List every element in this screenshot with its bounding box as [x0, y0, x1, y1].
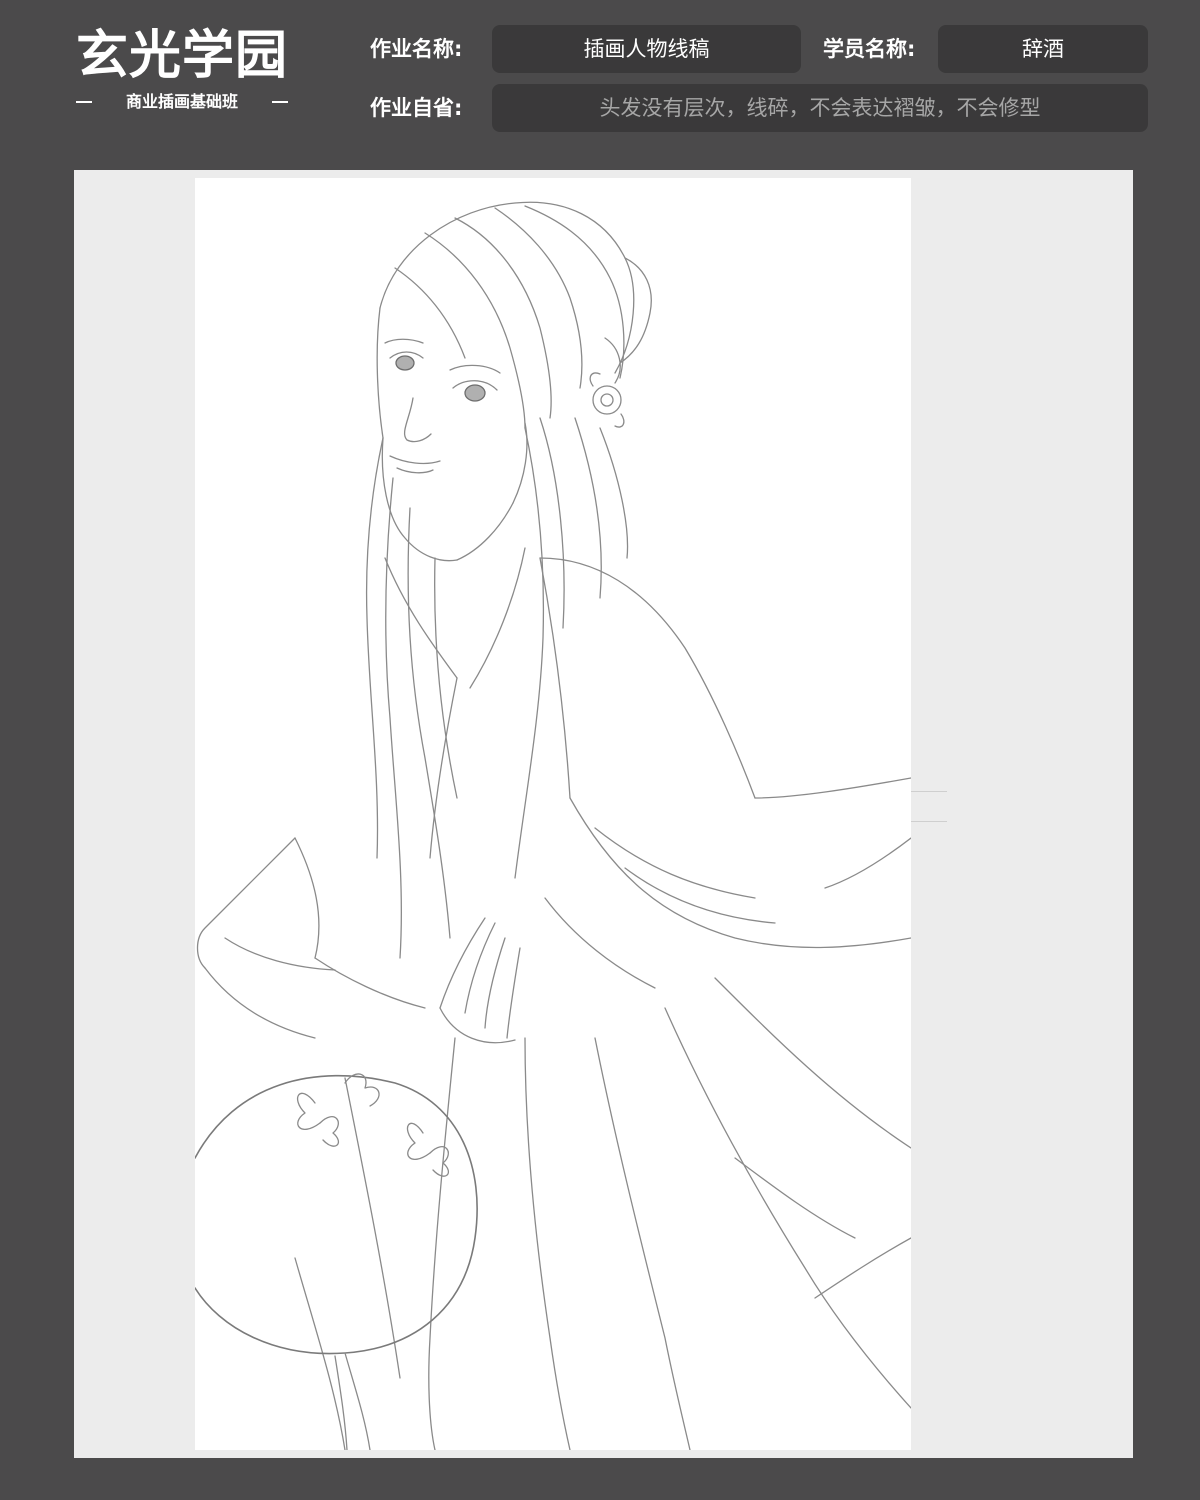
brand-subtitle: 商业插画基础班 — [125, 92, 238, 111]
self-review-label: 作业自省: — [370, 96, 463, 120]
self-review-field: 头发没有层次，线碎，不会表达褶皱，不会修型 — [492, 84, 1148, 132]
artwork-paper — [195, 178, 911, 1450]
assignment-name-field: 插画人物线稿 — [492, 25, 801, 73]
edge-guide-line — [911, 821, 947, 822]
left-dash-decoration — [76, 101, 92, 103]
homework-page: 玄光学园 商业插画基础班 作业名称: 插画人物线稿 学员名称: 辞酒 作业自省:… — [0, 0, 1200, 1500]
assignment-name-label: 作业名称: — [370, 37, 463, 61]
brand-logo: 玄光学园 商业插画基础班 — [76, 24, 288, 114]
brand-subtitle-row: 商业插画基础班 — [76, 90, 288, 114]
artwork-canvas — [74, 170, 1133, 1458]
student-name-field: 辞酒 — [938, 25, 1148, 73]
brand-title: 玄光学园 — [76, 25, 289, 86]
right-dash-decoration — [271, 101, 288, 103]
line-art-woman-with-round-fan-icon — [195, 201, 911, 1450]
student-name-label: 学员名称: — [823, 37, 916, 61]
edge-guide-line — [911, 791, 947, 792]
